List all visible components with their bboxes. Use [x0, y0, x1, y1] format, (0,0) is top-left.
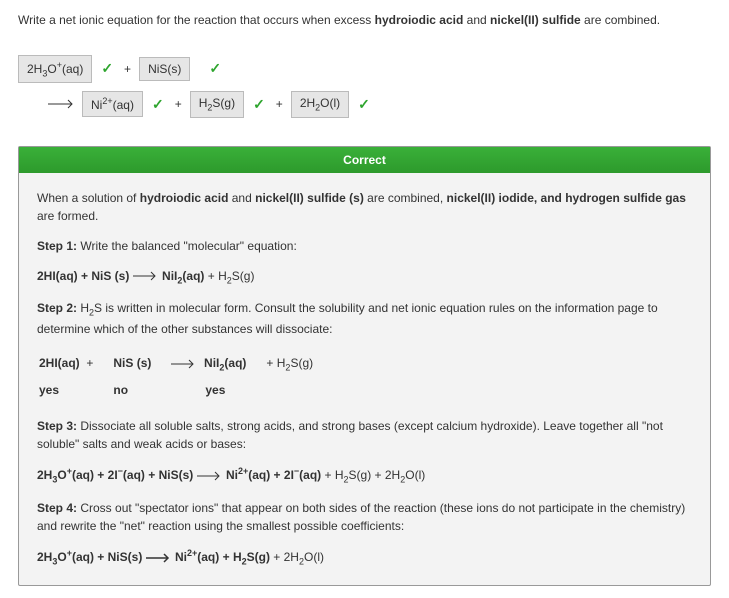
feedback-body: When a solution of hydroiodic acid and n…	[19, 173, 710, 585]
dissoc-answer: yes	[171, 379, 264, 401]
step4: Step 4: Cross out "spectator ions" that …	[37, 499, 692, 535]
equation-row-reactants: 2H3O+(aq) ✓ + NiS(s) ✓	[18, 55, 711, 83]
dissoc-cell: NiS (s)	[113, 352, 169, 377]
intro-suf: are formed.	[37, 209, 98, 223]
table-row: 2HI(aq) + NiS (s) NiI2(aq) + H2S(g)	[39, 352, 331, 377]
plus-symbol: +	[122, 62, 133, 76]
product-box-2[interactable]: H2S(g)	[190, 91, 244, 117]
question-prompt: Write a net ionic equation for the react…	[18, 12, 711, 29]
step3-label: Step 3:	[37, 419, 77, 433]
intro-mid1: and	[228, 191, 255, 205]
question-bold1: hydroiodic acid	[375, 13, 464, 27]
step1-text: Write the balanced "molecular" equation:	[77, 239, 297, 253]
check-icon: ✓	[250, 96, 268, 113]
intro-b2: nickel(II) sulfide (s)	[255, 191, 364, 205]
step2-label: Step 2:	[37, 301, 77, 315]
table-row: yes no yes	[39, 379, 331, 401]
arrow-icon	[146, 553, 172, 563]
check-icon: ✓	[206, 60, 224, 77]
feedback-intro: When a solution of hydroiodic acid and n…	[37, 189, 692, 225]
feedback-header: Correct	[19, 147, 710, 173]
dissoc-cell: NiI2(aq)	[171, 352, 264, 377]
step4-label: Step 4:	[37, 501, 77, 515]
check-icon: ✓	[98, 60, 116, 77]
step3-equation: 2H3O+(aq) + 2I−(aq) + NiS(s) Ni2+(aq) + …	[37, 465, 692, 487]
intro-pre: When a solution of	[37, 191, 140, 205]
check-icon: ✓	[149, 96, 167, 113]
step3-text: Dissociate all soluble salts, strong aci…	[37, 419, 663, 451]
question-mid: and	[463, 13, 490, 27]
dissoc-cell: 2HI(aq) +	[39, 352, 111, 377]
plus-symbol: +	[173, 97, 184, 111]
reactant-box-1[interactable]: 2H3O+(aq)	[18, 55, 92, 83]
intro-mid2: are combined,	[364, 191, 447, 205]
intro-b1: hydroiodic acid	[140, 191, 229, 205]
plus-symbol: +	[274, 97, 285, 111]
dissociation-table: 2HI(aq) + NiS (s) NiI2(aq) + H2S(g) yes …	[37, 350, 333, 403]
reactant-box-2[interactable]: NiS(s)	[139, 57, 190, 81]
step2: Step 2: H2S is written in molecular form…	[37, 299, 692, 338]
intro-b3: nickel(II) iodide, and hydrogen sulfide …	[447, 191, 686, 205]
equation-row-products: Ni2+(aq) ✓ + H2S(g) ✓ + 2H2O(l) ✓	[48, 91, 711, 117]
question-bold2: nickel(II) sulfide	[490, 13, 581, 27]
question-prefix: Write a net ionic equation for the react…	[18, 13, 375, 27]
feedback-panel: Correct When a solution of hydroiodic ac…	[18, 146, 711, 586]
arrow-icon	[48, 99, 76, 109]
step4-text: Cross out "spectator ions" that appear o…	[37, 501, 685, 533]
arrow-icon	[197, 471, 223, 481]
step1: Step 1: Write the balanced "molecular" e…	[37, 237, 692, 255]
product-box-1[interactable]: Ni2+(aq)	[82, 91, 143, 117]
step1-label: Step 1:	[37, 239, 77, 253]
dissoc-cell: + H2S(g)	[266, 352, 331, 377]
product-box-3[interactable]: 2H2O(l)	[291, 91, 349, 117]
dissoc-answer: yes	[39, 379, 111, 401]
question-suffix: are combined.	[581, 13, 660, 27]
step3: Step 3: Dissociate all soluble salts, st…	[37, 417, 692, 453]
step4-equation: 2H3O+(aq) + NiS(s) Ni2+(aq) + H2S(g) + 2…	[37, 547, 692, 569]
arrow-icon	[133, 271, 159, 281]
arrow-icon	[171, 359, 197, 369]
dissoc-answer: no	[113, 379, 169, 401]
step1-equation: 2HI(aq) + NiS (s) NiI2(aq) + H2S(g)	[37, 267, 692, 288]
check-icon: ✓	[355, 96, 373, 113]
